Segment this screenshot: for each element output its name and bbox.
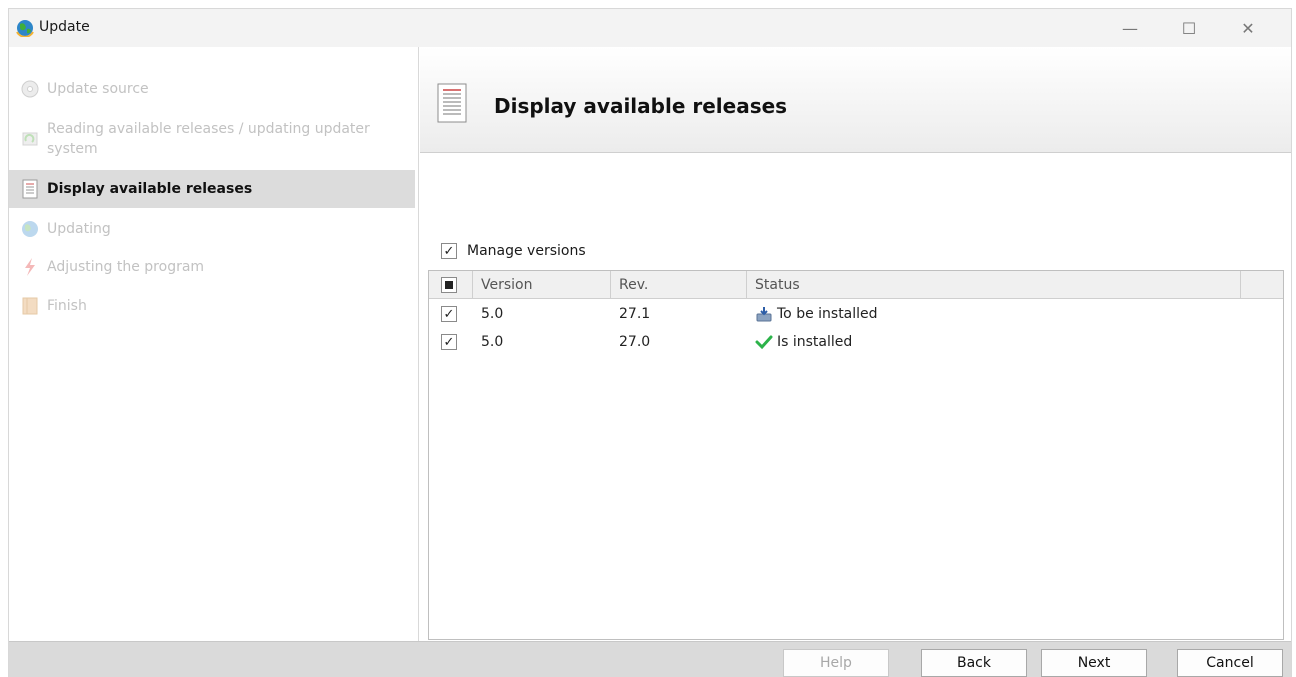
table-header: Version Rev. Status — [429, 271, 1283, 299]
table-row[interactable]: ✓ 5.0 27.1 To be installed — [429, 300, 1283, 328]
step-finish: Finish — [9, 296, 415, 316]
column-status[interactable]: Status — [747, 271, 1241, 299]
close-button[interactable]: ✕ — [1225, 9, 1271, 47]
cell-version: 5.0 — [481, 306, 504, 322]
manage-versions-check-icon[interactable]: ✓ — [441, 243, 457, 259]
row-checkbox-cell[interactable]: ✓ — [429, 300, 473, 328]
app-globe-icon — [15, 19, 35, 38]
minimize-button[interactable]: — — [1107, 9, 1153, 47]
refresh-icon — [19, 129, 41, 149]
step-display-releases: Display available releases — [9, 170, 415, 208]
cell-rev: 27.0 — [619, 334, 651, 350]
window-title: Update — [39, 19, 90, 35]
step-updating: Updating — [9, 219, 415, 239]
step-adjusting-program: Adjusting the program — [9, 257, 415, 277]
green-check-icon — [755, 334, 773, 350]
cell-rev: 27.1 — [619, 306, 651, 322]
table-row[interactable]: ✓ 5.0 27.0 Is installed — [429, 328, 1283, 356]
disc-icon — [19, 79, 41, 99]
manage-versions-label: Manage versions — [467, 243, 586, 259]
column-version[interactable]: Version — [473, 271, 611, 299]
row-checkbox-cell[interactable]: ✓ — [429, 328, 473, 356]
column-filler — [1241, 271, 1283, 299]
title-bar[interactable]: Update — ☐ ✕ — [9, 9, 1291, 47]
row-checkbox[interactable]: ✓ — [441, 334, 457, 350]
cell-version: 5.0 — [481, 334, 504, 350]
cell-status: Is installed — [747, 328, 1241, 356]
list-document-icon — [19, 179, 41, 199]
page-header: Display available releases — [420, 47, 1291, 153]
column-rev[interactable]: Rev. — [611, 271, 747, 299]
manage-versions-checkbox[interactable]: ✓ Manage versions — [441, 243, 586, 259]
next-button[interactable]: Next — [1041, 649, 1147, 677]
step-update-source: Update source — [9, 79, 415, 99]
page-title: Display available releases — [494, 94, 788, 118]
maximize-button[interactable]: ☐ — [1166, 9, 1212, 47]
help-button[interactable]: Help — [783, 649, 889, 677]
select-all-checkbox[interactable] — [441, 277, 457, 293]
row-checkbox[interactable]: ✓ — [441, 306, 457, 322]
cancel-button[interactable]: Cancel — [1177, 649, 1283, 677]
status-text: Is installed — [777, 334, 853, 350]
status-text: To be installed — [777, 306, 878, 322]
releases-table: Version Rev. Status ✓ 5.0 27.1 To be ins… — [428, 270, 1284, 640]
globe-update-icon — [19, 219, 41, 239]
footer-button-bar: Help Back Next Cancel — [9, 641, 1291, 677]
install-icon — [755, 306, 773, 322]
back-button[interactable]: Back — [921, 649, 1027, 677]
list-document-icon — [437, 83, 467, 123]
lightning-icon — [19, 257, 41, 277]
step-reading-releases: Reading available releases / updating up… — [9, 119, 415, 159]
select-all-cell[interactable] — [429, 271, 473, 299]
update-window: Update — ☐ ✕ Update source Reading avail… — [8, 8, 1292, 677]
finish-icon — [19, 296, 41, 316]
wizard-steps-sidebar: Update source Reading available releases… — [9, 47, 419, 641]
cell-status: To be installed — [747, 300, 1241, 328]
